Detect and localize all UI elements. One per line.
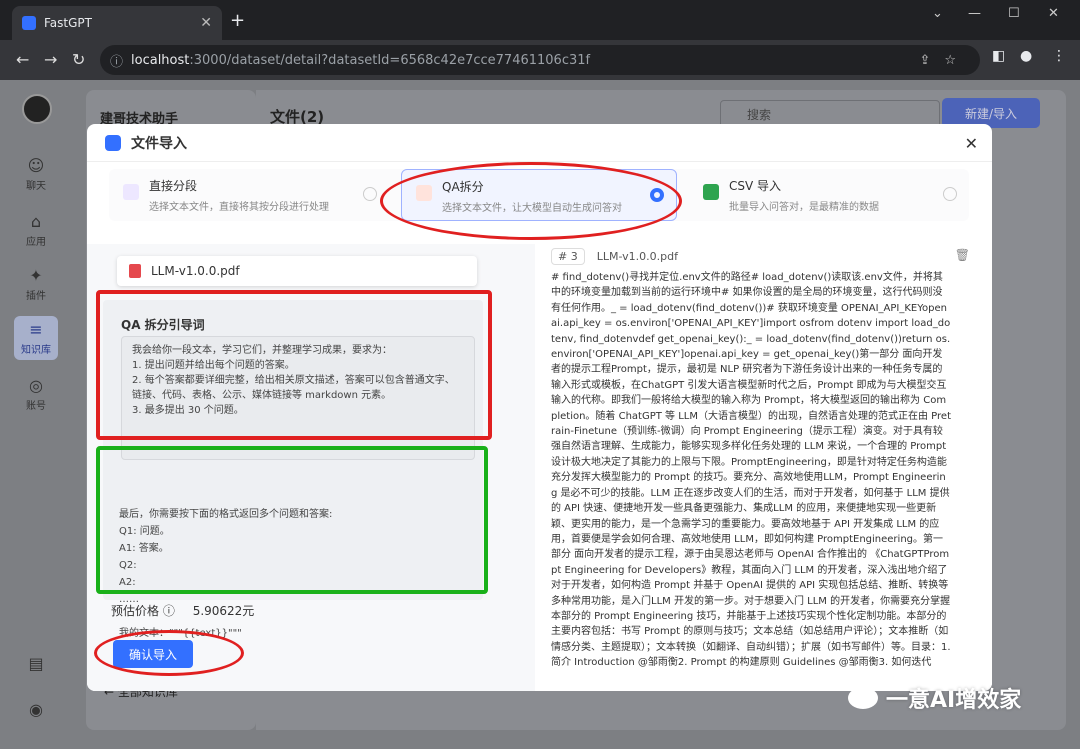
modal-header: 文件导入: [87, 124, 992, 162]
watermark-text: 一意AI增效家: [886, 688, 1022, 713]
preview-pane: # 3 LLM-v1.0.0.pdf 🗑 # find_dotenv()寻找并定…: [535, 244, 992, 691]
option-title: 直接分段: [149, 179, 198, 193]
sidebar-item-plugins[interactable]: ✦ 插件: [14, 266, 58, 302]
back-icon[interactable]: ←: [16, 50, 29, 69]
pdf-icon: [129, 264, 141, 278]
new-tab-icon[interactable]: +: [230, 10, 245, 31]
tab-close-icon[interactable]: ✕: [200, 15, 212, 31]
prompt-textarea[interactable]: 我会给你一段文本，学习它们，并整理学习成果，要求为： 1. 提出问题并给出每个问…: [121, 336, 475, 460]
file-name: LLM-v1.0.0.pdf: [151, 264, 240, 278]
rocket-icon: [416, 185, 432, 201]
preview-file-name: LLM-v1.0.0.pdf: [596, 249, 678, 263]
option-desc: 选择文本文件，直接将其按分段进行处理: [149, 202, 329, 213]
modal-close-icon[interactable]: ✕: [965, 134, 978, 153]
import-icon: [105, 134, 121, 151]
chunk-index: # 3: [551, 247, 585, 265]
csv-icon: [703, 184, 719, 200]
option-qa-split[interactable]: QA拆分 选择文本文件，让大模型自动生成问答对: [401, 169, 677, 221]
window-close-icon[interactable]: ✕: [1048, 6, 1059, 21]
url-host: localhost: [131, 52, 190, 68]
avatar[interactable]: [22, 94, 52, 124]
delete-icon[interactable]: 🗑: [955, 248, 970, 262]
split-icon: [123, 184, 139, 200]
tab-title: FastGPT: [44, 16, 92, 30]
search-placeholder: 搜索: [747, 108, 772, 122]
sidebar-item-chat[interactable]: ☺ 聊天: [14, 156, 58, 192]
sidebar-item-label: 知识库: [21, 345, 51, 356]
site-info-icon[interactable]: ⓘ: [110, 51, 123, 70]
profile-icon[interactable]: ●: [1020, 48, 1032, 64]
new-import-label: 新建/导入: [964, 106, 1018, 121]
browser-titlebar: FastGPT ✕ + ⌄ — ☐ ✕: [0, 0, 1080, 40]
url-path: :3000/dataset/detail?datasetId=6568c42e7…: [189, 52, 591, 68]
preview-text: # find_dotenv()寻找并定位.env文件的路径# load_dote…: [551, 272, 951, 669]
url-input[interactable]: ⓘ localhost :3000/dataset/detail?dataset…: [100, 45, 980, 75]
settings-pane: LLM-v1.0.0.pdf QA 拆分引导词 我会给你一段文本，学习它们，并整…: [87, 244, 535, 691]
option-radio[interactable]: [650, 188, 664, 202]
prompt-fixed-text: 最后，你需要按下面的格式返回多个问题和答案: Q1: 问题。 A1: 答案。 Q…: [119, 509, 333, 639]
browser-tab[interactable]: FastGPT ✕: [12, 6, 222, 40]
prompt-section: QA 拆分引导词 我会给你一段文本，学习它们，并整理学习成果，要求为： 1. 提…: [103, 300, 483, 639]
sidebar-item-knowledge[interactable]: ≡ 知识库: [14, 316, 58, 360]
forward-icon[interactable]: →: [44, 50, 57, 69]
sidebar-item-label: 账号: [26, 401, 46, 412]
maximize-icon[interactable]: ☐: [1008, 6, 1020, 21]
sidebar-item-label: 插件: [26, 291, 46, 302]
sidepanel-icon[interactable]: ◧: [992, 48, 1005, 64]
sidebar: ☺ 聊天 ⌂ 应用 ✦ 插件 ≡ 知识库 ◎ 账号 ▤ ◉: [0, 80, 72, 749]
share-star-icons[interactable]: ⇪☆: [919, 53, 970, 68]
option-title: CSV 导入: [729, 179, 782, 193]
option-radio[interactable]: [363, 187, 377, 201]
reload-icon[interactable]: ↻: [72, 50, 85, 69]
import-mode-options: 直接分段 选择文本文件，直接将其按分段进行处理 QA拆分 选择文本文件，让大模型…: [109, 169, 969, 221]
docs-icon[interactable]: ▤: [14, 654, 58, 675]
address-bar: ← → ↻ ⓘ localhost :3000/dataset/detail?d…: [0, 40, 1080, 80]
watermark: 一意AI增效家: [848, 682, 1021, 714]
price-row: 预估价格 ⓘ 5.90622元: [111, 602, 254, 619]
minimize-icon[interactable]: —: [968, 6, 981, 21]
menu-icon[interactable]: ⋮: [1052, 48, 1066, 64]
prompt-title: QA 拆分引导词: [121, 318, 205, 332]
option-csv-import[interactable]: CSV 导入 批量导入问答对，是最精准的数据: [689, 169, 969, 221]
robot-icon: ⌂: [30, 212, 42, 231]
user-icon: ◎: [29, 376, 43, 395]
import-modal: 文件导入 ✕ 直接分段 选择文本文件，直接将其按分段进行处理 QA拆分 选择文本…: [87, 124, 992, 691]
option-radio[interactable]: [943, 187, 957, 201]
sidebar-item-label: 应用: [26, 237, 46, 248]
confirm-label: 确认导入: [128, 647, 177, 662]
option-title: QA拆分: [442, 180, 484, 194]
database-icon: ≡: [29, 320, 43, 339]
option-direct-split[interactable]: 直接分段 选择文本文件，直接将其按分段进行处理: [109, 169, 389, 221]
github-icon[interactable]: ◉: [14, 700, 58, 721]
confirm-import-button[interactable]: 确认导入: [113, 640, 193, 668]
sidebar-item-apps[interactable]: ⌂ 应用: [14, 212, 58, 248]
file-item[interactable]: LLM-v1.0.0.pdf: [117, 256, 477, 286]
chat-icon: ☺: [27, 156, 45, 175]
price-value: 5.90622元: [192, 604, 255, 618]
modal-title: 文件导入: [131, 135, 187, 152]
option-desc: 批量导入问答对，是最精准的数据: [729, 202, 879, 213]
price-label: 预估价格: [111, 604, 160, 618]
tab-search-icon[interactable]: ⌄: [932, 6, 943, 21]
fastgpt-logo-icon: [22, 16, 36, 30]
sidebar-item-label: 聊天: [26, 181, 46, 192]
preview-header: # 3 LLM-v1.0.0.pdf: [551, 244, 678, 268]
option-desc: 选择文本文件，让大模型自动生成问答对: [442, 203, 622, 214]
puzzle-icon: ✦: [29, 266, 43, 285]
sidebar-item-account[interactable]: ◎ 账号: [14, 376, 58, 412]
wechat-icon: [848, 687, 878, 709]
help-icon[interactable]: ⓘ: [163, 604, 175, 618]
